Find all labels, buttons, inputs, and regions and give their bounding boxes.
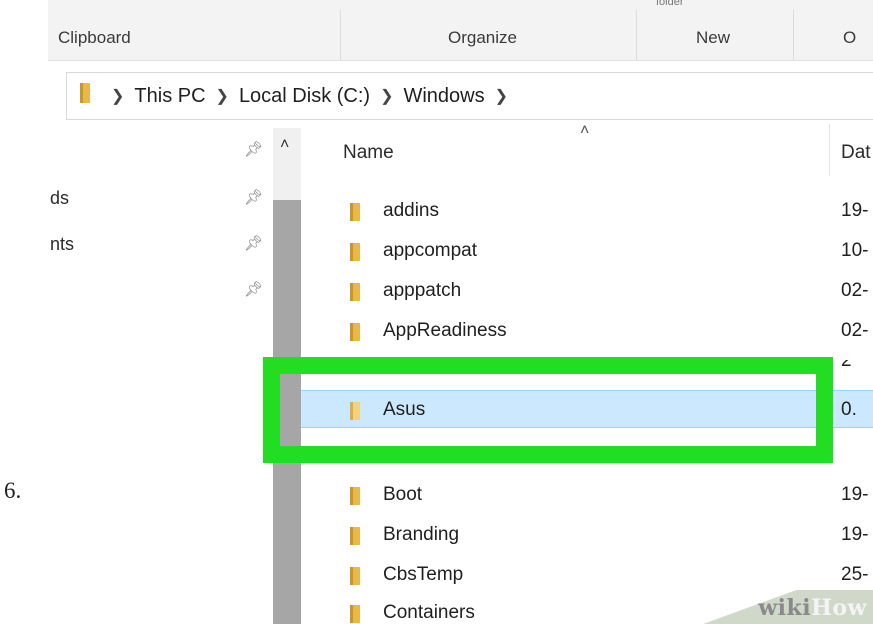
file-date: 02- [841, 320, 869, 341]
file-name: AppReadiness [383, 320, 507, 341]
file-list: ˄ Name Dat addins 19- appcompat 10- appp… [301, 118, 873, 624]
folder-icon [349, 360, 361, 377]
list-item[interactable]: CbsTemp 25- [301, 556, 873, 594]
scrollbar-thumb[interactable] [273, 200, 301, 624]
navigation-pane: 📌︎ ds 📌︎ nts 📌︎ 📌︎ [48, 128, 301, 624]
chevron-right-icon[interactable]: ❯ [111, 86, 124, 106]
chevron-right-icon[interactable]: ❯ [380, 86, 393, 106]
file-date: 10- [841, 240, 869, 261]
breadcrumb-this-pc[interactable]: This PC [134, 85, 205, 108]
folder-icon [349, 242, 361, 267]
scroll-up-icon[interactable]: ˄ [280, 136, 289, 154]
file-date: 2 [841, 360, 852, 371]
file-name: Containers [383, 602, 475, 623]
file-name: Branding [383, 524, 460, 545]
step-number: 6. [4, 478, 22, 503]
chevron-right-icon[interactable]: ❯ [495, 86, 508, 106]
folder-icon [349, 282, 361, 307]
ribbon-group-open[interactable]: O [843, 28, 856, 48]
list-item[interactable]: assembly 2 [301, 360, 873, 378]
column-header-date[interactable]: Dat [841, 142, 871, 164]
pin-icon[interactable]: 📌︎ [244, 280, 263, 298]
wikihow-watermark: wikiHow [703, 590, 873, 624]
file-date: 19- [841, 524, 869, 545]
address-bar[interactable]: ❯ This PC ❯ Local Disk (C:) ❯ Windows ❯ [66, 72, 873, 120]
file-date: 02- [841, 280, 869, 301]
folder-icon [349, 604, 361, 624]
nav-scrollbar[interactable]: ˄ [273, 128, 301, 624]
folder-icon [349, 526, 361, 551]
folder-icon [349, 486, 361, 511]
folder-icon [349, 322, 361, 347]
breadcrumb-windows[interactable]: Windows [403, 85, 484, 108]
pin-icon[interactable]: 📌︎ [244, 234, 263, 252]
file-date: 0. [841, 399, 857, 420]
ribbon: folder Clipboard Organize New O [48, 0, 873, 61]
file-date: 19- [841, 200, 869, 221]
sort-ascending-icon: ˄ [580, 122, 590, 139]
ribbon-cut-text: folder [656, 0, 684, 8]
breadcrumb-local-disk[interactable]: Local Disk (C:) [239, 85, 370, 108]
file-name: CbsTemp [383, 564, 464, 585]
column-divider[interactable] [829, 124, 830, 176]
list-item[interactable]: AppReadiness 02- [301, 312, 873, 350]
pin-icon[interactable]: 📌︎ [244, 140, 263, 158]
file-name: assembly [383, 360, 464, 371]
list-item[interactable]: Branding 19- [301, 516, 873, 554]
folder-icon [79, 82, 91, 110]
nav-item-documents[interactable]: nts [50, 234, 74, 255]
file-name: appcompat [383, 240, 478, 261]
ribbon-divider [793, 10, 794, 60]
chevron-right-icon[interactable]: ❯ [216, 86, 229, 106]
ribbon-group-new[interactable]: New [696, 28, 730, 48]
file-name: Asus [383, 399, 426, 420]
column-header-name[interactable]: Name [343, 142, 394, 164]
list-item-selected[interactable]: Asus 0. [301, 390, 873, 428]
list-item[interactable]: addins 19- [301, 192, 873, 230]
list-item[interactable]: Boot 19- [301, 476, 873, 514]
nav-item-downloads[interactable]: ds [50, 188, 69, 209]
file-name: Boot [383, 484, 423, 505]
file-name: addins [383, 200, 439, 221]
ribbon-divider [340, 10, 341, 60]
file-name: apppatch [383, 280, 462, 301]
folder-icon [349, 566, 361, 591]
ribbon-group-organize[interactable]: Organize [448, 28, 517, 48]
file-date: 19- [841, 484, 869, 505]
ribbon-divider [636, 10, 637, 60]
pin-icon[interactable]: 📌︎ [244, 188, 263, 206]
list-item[interactable]: appcompat 10- [301, 232, 873, 270]
ribbon-group-clipboard[interactable]: Clipboard [58, 28, 131, 48]
folder-icon [349, 401, 361, 426]
list-item[interactable]: apppatch 02- [301, 272, 873, 310]
file-date: 25- [841, 564, 869, 585]
file-explorer-window: folder Clipboard Organize New O ❯ This P… [48, 0, 873, 624]
folder-icon [349, 202, 361, 227]
